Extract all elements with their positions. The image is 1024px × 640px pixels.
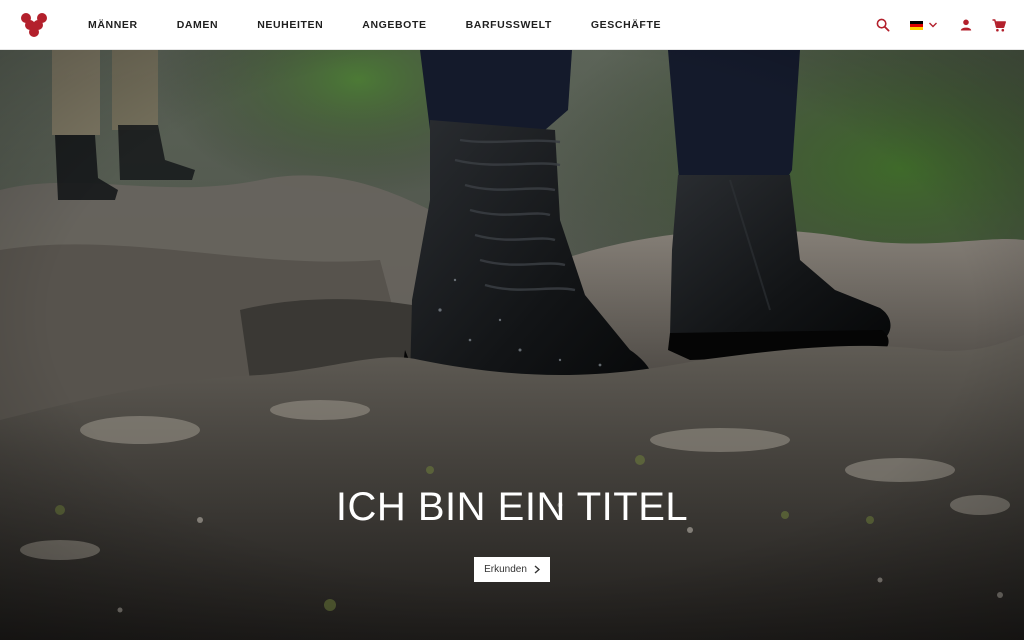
chevron-right-icon [534, 565, 540, 574]
grape-cluster-logo-icon [21, 13, 47, 37]
user-icon [960, 19, 972, 31]
search-button[interactable] [876, 18, 890, 32]
nav-item-neuheiten[interactable]: NEUHEITEN [257, 19, 323, 31]
account-button[interactable] [960, 19, 972, 31]
nav-item-damen[interactable]: DAMEN [177, 19, 219, 31]
search-icon [876, 18, 890, 32]
explore-button-label: Erkunden [484, 564, 527, 575]
nav-item-geschaefte[interactable]: GESCHÄFTE [591, 19, 661, 31]
german-flag-icon [910, 20, 923, 30]
hero-title: ICH BIN EIN TITEL [335, 485, 689, 529]
chevron-down-icon [929, 22, 937, 28]
header-actions [876, 0, 1006, 50]
language-selector[interactable] [910, 20, 938, 30]
hero-image [0, 50, 1024, 640]
nav-item-angebote[interactable]: ANGEBOTE [362, 19, 426, 31]
nav-item-barfusswelt[interactable]: BARFUSSWELT [466, 19, 552, 31]
cart-button[interactable] [992, 18, 1006, 32]
brand-logo[interactable] [20, 12, 48, 38]
nav-item-maenner[interactable]: MÄNNER [88, 19, 138, 31]
explore-button[interactable]: Erkunden [474, 557, 550, 582]
site-header: MÄNNER DAMEN NEUHEITEN ANGEBOTE BARFUSSW… [0, 0, 1024, 50]
hero-banner: ICH BIN EIN TITEL Erkunden [0, 50, 1024, 640]
cart-icon [992, 18, 1006, 31]
main-nav: MÄNNER DAMEN NEUHEITEN ANGEBOTE BARFUSSW… [88, 0, 700, 50]
